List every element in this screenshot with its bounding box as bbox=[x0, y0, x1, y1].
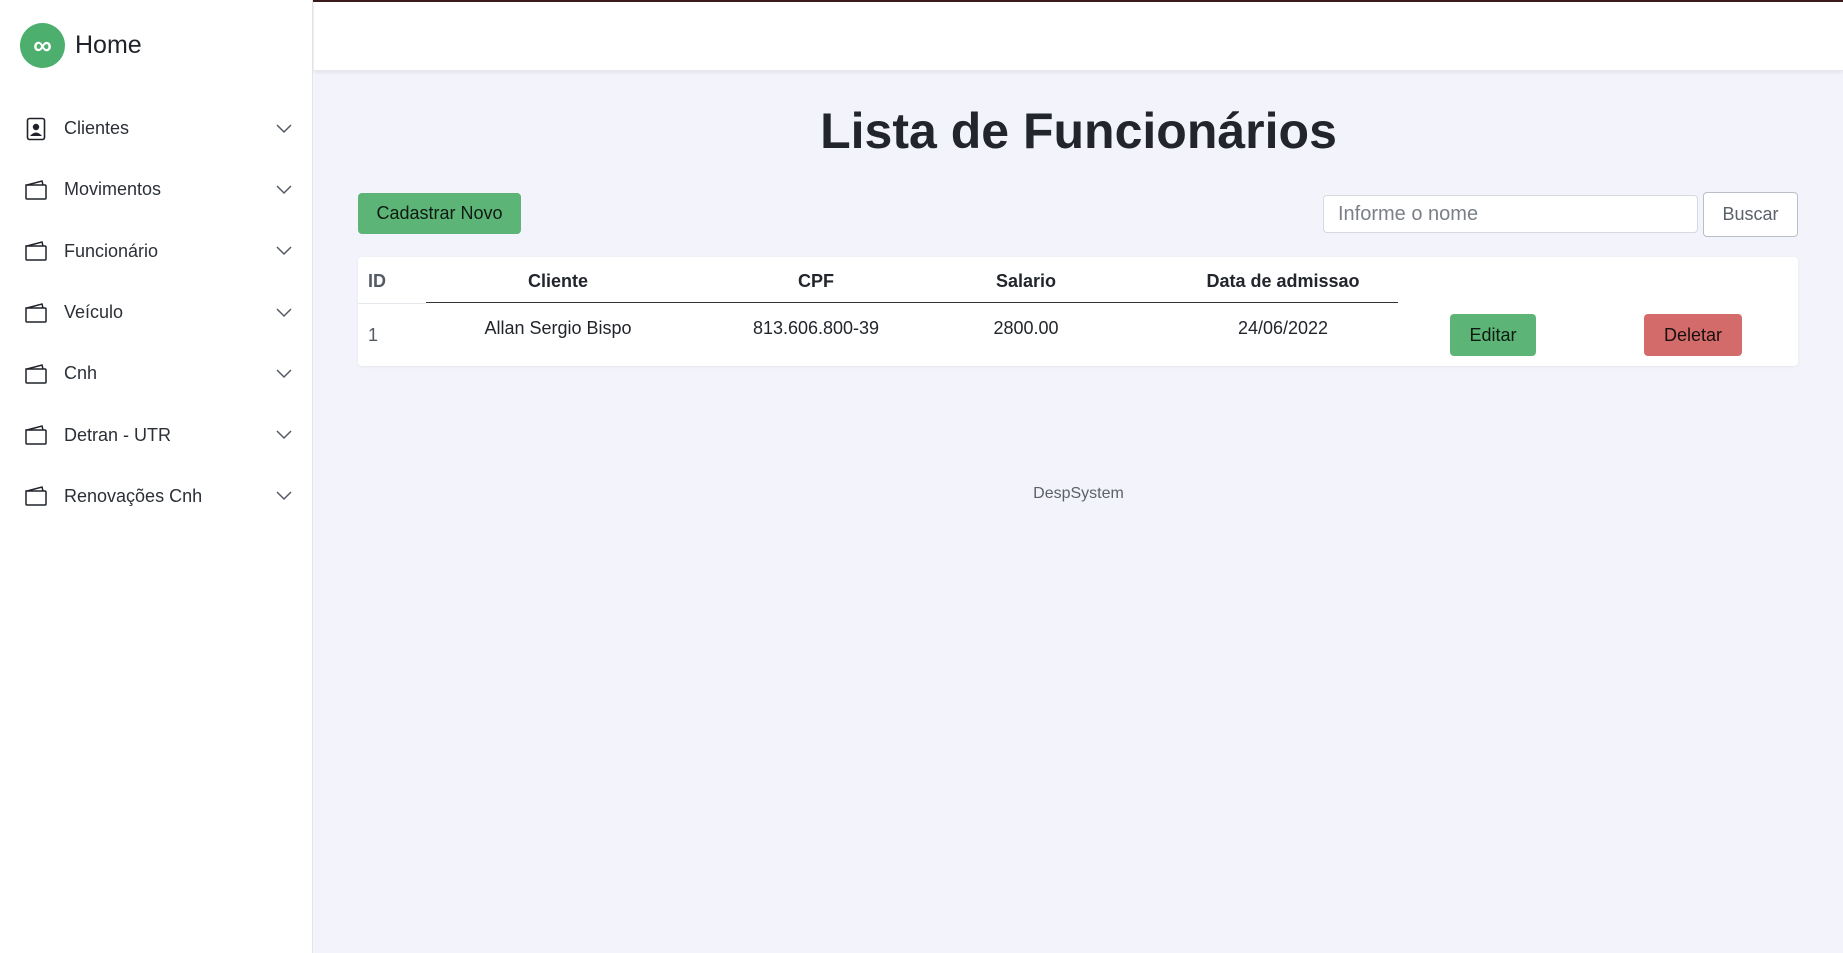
search-button[interactable]: Buscar bbox=[1703, 192, 1798, 237]
wallet-icon bbox=[25, 180, 47, 200]
column-header-id: ID bbox=[368, 271, 386, 291]
sidebar-item-veiculo[interactable]: Veículo bbox=[0, 282, 313, 343]
cell-cliente: Allan Sergio Bispo bbox=[484, 318, 632, 338]
sidebar-item-renovacoes-cnh[interactable]: Renovações Cnh bbox=[0, 466, 313, 527]
wallet-icon bbox=[25, 425, 47, 445]
cell-cpf: 813.606.800-39 bbox=[752, 318, 880, 338]
chevron-down-icon bbox=[276, 308, 292, 317]
sidebar-item-label: Cnh bbox=[64, 363, 98, 384]
delete-button[interactable]: Deletar bbox=[1644, 314, 1742, 356]
add-employee-button[interactable]: Cadastrar Novo bbox=[358, 193, 521, 234]
top-bar bbox=[314, 2, 1843, 71]
edit-button[interactable]: Editar bbox=[1450, 314, 1536, 356]
page-title: Lista de Funcionários bbox=[820, 103, 1337, 159]
employees-table: ID Cliente CPF Salario Data de admissao … bbox=[358, 257, 1798, 366]
sidebar-item-label: Veículo bbox=[64, 302, 124, 323]
wallet-icon bbox=[25, 486, 47, 507]
row-divider bbox=[358, 303, 426, 304]
sidebar-item-label: Movimentos bbox=[64, 179, 162, 200]
footer-brand: DespSystem bbox=[1033, 485, 1124, 502]
brand-title: Home bbox=[75, 30, 142, 59]
sidebar-item-label: Clientes bbox=[64, 118, 130, 139]
column-header-cliente: Cliente bbox=[527, 271, 588, 291]
sidebar-item-label: Funcionário bbox=[64, 240, 159, 261]
column-header-data-admissao: Data de admissao bbox=[1206, 271, 1360, 291]
sidebar-item-label: Renovações Cnh bbox=[64, 485, 203, 506]
chevron-down-icon bbox=[276, 185, 292, 194]
chevron-down-icon bbox=[276, 491, 292, 501]
chevron-down-icon bbox=[276, 430, 292, 440]
sidebar-item-movimentos[interactable]: Movimentos bbox=[0, 159, 313, 220]
wallet-icon bbox=[25, 241, 47, 261]
sidebar-item-funcionario[interactable]: Funcionário bbox=[0, 221, 313, 282]
chevron-down-icon bbox=[276, 246, 292, 256]
contact-card-icon bbox=[26, 117, 46, 140]
cell-data-admissao: 24/06/2022 bbox=[1237, 318, 1329, 338]
sidebar-item-cnh[interactable]: Cnh bbox=[0, 343, 313, 404]
wallet-icon bbox=[25, 363, 47, 384]
cell-id: 1 bbox=[368, 325, 379, 345]
sidebar-nav: Clientes Movimentos Funcionário Veículo … bbox=[0, 98, 313, 527]
sidebar-item-clientes[interactable]: Clientes bbox=[0, 98, 313, 159]
chevron-down-icon bbox=[276, 369, 292, 378]
infinity-icon: ∞ bbox=[20, 22, 65, 68]
chevron-down-icon bbox=[276, 124, 292, 133]
cell-salario: 2800.00 bbox=[993, 318, 1059, 338]
column-header-salario: Salario bbox=[995, 271, 1057, 291]
search-input[interactable] bbox=[1323, 195, 1698, 233]
sidebar: ∞ Home Clientes Movimentos Funcionário V… bbox=[0, 0, 313, 953]
brand-home-link[interactable]: ∞ Home bbox=[20, 22, 142, 68]
wallet-icon bbox=[25, 302, 47, 323]
header-divider bbox=[426, 302, 1398, 303]
sidebar-item-detran-utr[interactable]: Detran - UTR bbox=[0, 404, 313, 465]
column-header-cpf: CPF bbox=[798, 271, 834, 291]
sidebar-item-label: Detran - UTR bbox=[64, 424, 172, 445]
